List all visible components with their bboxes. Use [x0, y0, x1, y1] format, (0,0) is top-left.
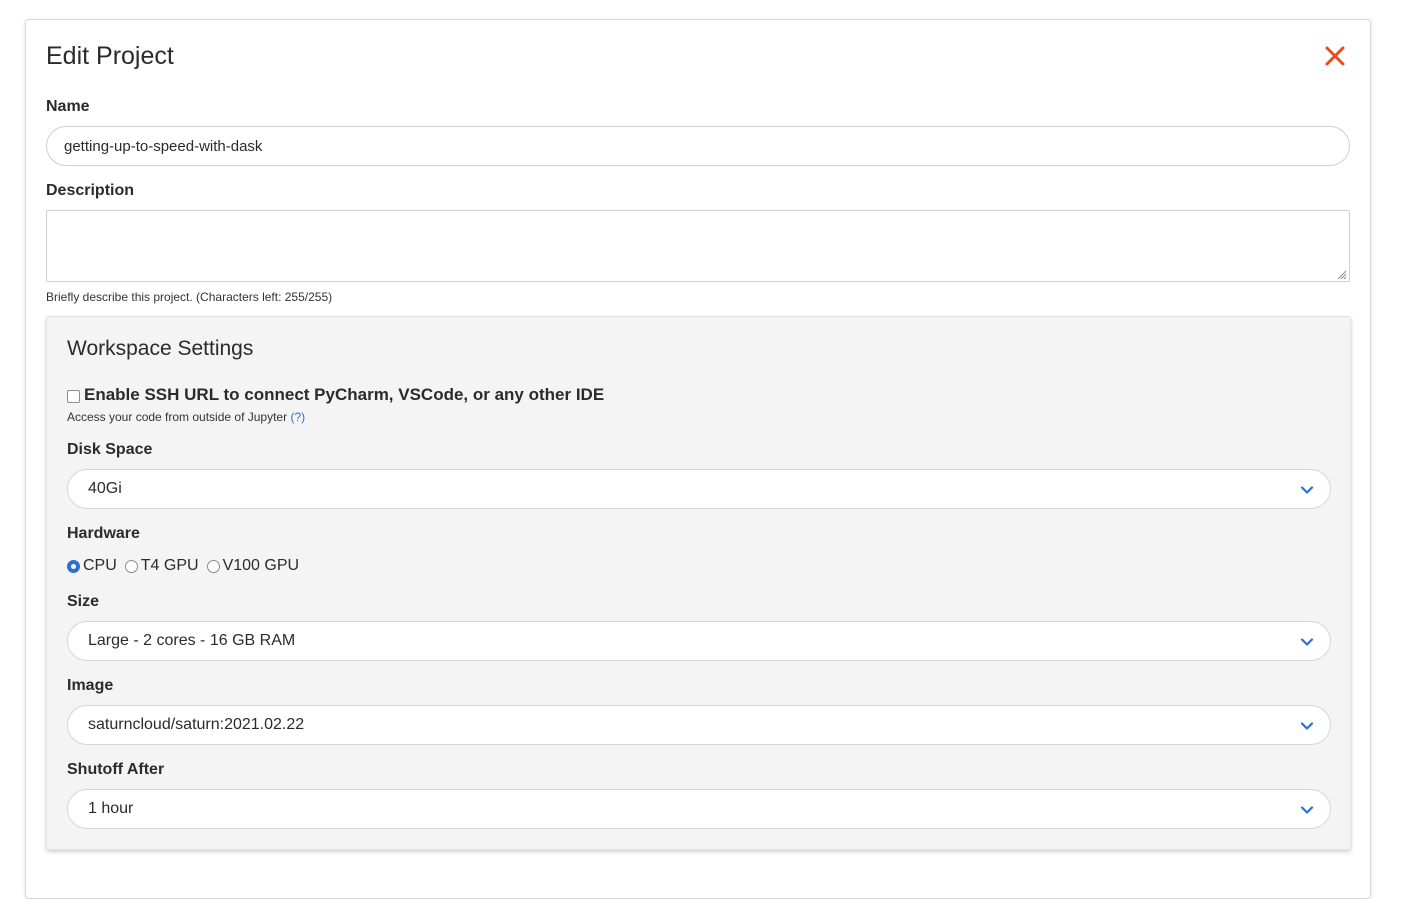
size-select[interactable]: Large - 2 cores - 16 GB RAM — [67, 621, 1331, 661]
hardware-option-label: CPU — [83, 557, 117, 574]
hardware-radio-group: CPU T4 GPU V100 GPU — [67, 557, 307, 575]
name-label: Name — [46, 98, 90, 115]
ssh-checkbox[interactable] — [67, 389, 80, 403]
description-helper-text: Briefly describe this project. (Characte… — [46, 290, 333, 304]
radio-v100-gpu[interactable] — [206, 559, 220, 573]
disk-space-value: 40Gi — [88, 480, 122, 497]
disk-space-label: Disk Space — [67, 441, 153, 458]
hardware-option-label: T4 GPU — [140, 557, 199, 574]
size-value: Large - 2 cores - 16 GB RAM — [88, 632, 296, 649]
close-button[interactable] — [1323, 44, 1347, 68]
hardware-option-v100-gpu[interactable]: V100 GPU — [206, 557, 300, 575]
hardware-label: Hardware — [67, 525, 140, 542]
workspace-settings-title: Workspace Settings — [67, 337, 254, 360]
shutoff-select[interactable]: 1 hour — [67, 789, 1331, 829]
radio-cpu[interactable] — [67, 559, 80, 573]
shutoff-value: 1 hour — [88, 800, 134, 817]
disk-space-select[interactable]: 40Gi — [67, 469, 1331, 509]
description-textarea[interactable] — [46, 210, 1350, 282]
image-label: Image — [67, 677, 114, 694]
hardware-option-cpu[interactable]: CPU — [67, 557, 117, 575]
hardware-option-t4-gpu[interactable]: T4 GPU — [124, 557, 199, 575]
ssh-help-link[interactable]: (?) — [290, 410, 305, 424]
ssh-label[interactable]: Enable SSH URL to connect PyCharm, VSCod… — [84, 385, 604, 405]
name-input[interactable] — [46, 126, 1350, 166]
chevron-down-icon — [1300, 722, 1314, 730]
modal-title: Edit Project — [46, 42, 174, 70]
radio-t4-gpu[interactable] — [124, 559, 138, 573]
image-select[interactable]: saturncloud/saturn:2021.02.22 — [67, 705, 1331, 745]
ssh-help-text: Access your code from outside of Jupyter… — [67, 410, 305, 424]
chevron-down-icon — [1300, 486, 1314, 494]
hardware-option-label: V100 GPU — [222, 557, 300, 574]
chevron-down-icon — [1300, 638, 1314, 646]
description-label: Description — [46, 182, 135, 199]
ssh-option: Enable SSH URL to connect PyCharm, VSCod… — [67, 385, 604, 405]
shutoff-label: Shutoff After — [67, 761, 165, 778]
workspace-settings-panel: Workspace Settings Enable SSH URL to con… — [46, 316, 1351, 850]
chevron-down-icon — [1300, 806, 1314, 814]
size-label: Size — [67, 593, 100, 610]
edit-project-modal: Edit Project Name Description Briefly de… — [25, 19, 1371, 899]
ssh-help-label: Access your code from outside of Jupyter — [67, 410, 288, 424]
image-value: saturncloud/saturn:2021.02.22 — [88, 716, 305, 733]
resize-grip-icon[interactable] — [1335, 268, 1347, 280]
close-icon — [1325, 46, 1345, 66]
